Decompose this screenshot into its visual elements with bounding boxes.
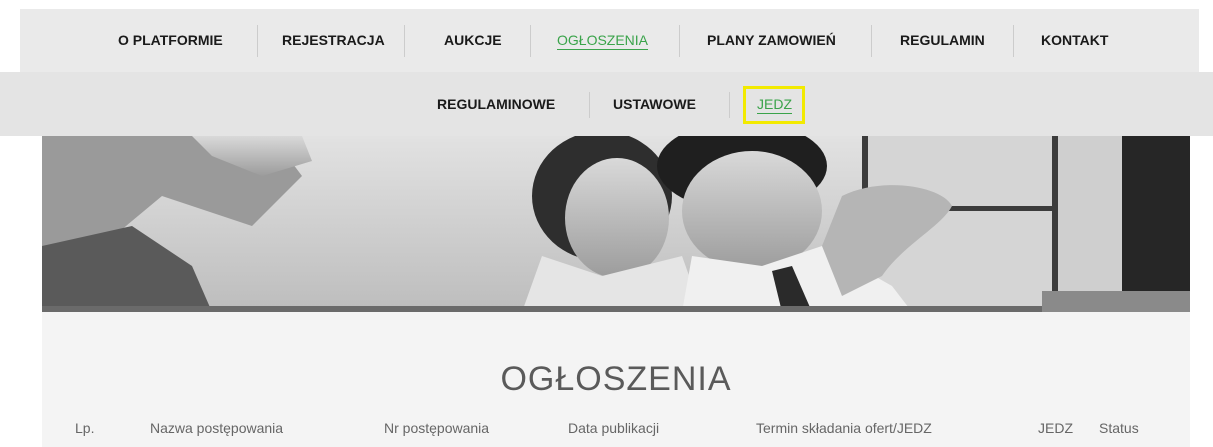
column-header-lp: Lp. [75, 420, 95, 436]
column-header-nr-postepowania: Nr postępowania [384, 420, 490, 436]
nav-separator [1013, 25, 1014, 57]
nav-item-plany-zamowien[interactable]: PLANY ZAMOWIEŃ [707, 9, 836, 72]
column-header-termin-skladania: Termin składania ofert/JEDZ [756, 420, 932, 436]
sub-navigation: REGULAMINOWE USTAWOWE JEDZ [0, 72, 1213, 136]
nav-item-kontakt[interactable]: KONTAKT [1041, 9, 1108, 72]
subnav-item-jedz[interactable]: JEDZ [757, 72, 792, 136]
nav-separator [404, 25, 405, 57]
column-header-jedz: JEDZ [1038, 420, 1073, 436]
hero-photo-illustration [42, 136, 1190, 312]
subnav-separator [729, 92, 730, 118]
main-content: OGŁOSZENIA Lp. Nazwa postępowania Nr pos… [42, 312, 1190, 447]
main-navigation-inner: O PLATFORMIE REJESTRACJA AUKCJE OGŁOSZEN… [20, 9, 1199, 72]
nav-separator [530, 25, 531, 57]
subnav-item-regulaminowe[interactable]: REGULAMINOWE [437, 72, 555, 136]
nav-item-o-platformie[interactable]: O PLATFORMIE [118, 9, 223, 72]
column-header-nazwa-postepowania: Nazwa postępowania [150, 420, 284, 436]
page-title: OGŁOSZENIA [500, 360, 732, 398]
subnav-separator [589, 92, 590, 118]
hero-banner-image [42, 136, 1190, 312]
nav-separator [871, 25, 872, 57]
nav-separator [257, 25, 258, 57]
main-navigation: O PLATFORMIE REJESTRACJA AUKCJE OGŁOSZEN… [20, 9, 1199, 72]
nav-item-rejestracja[interactable]: REJESTRACJA [282, 9, 385, 72]
nav-item-aukcje[interactable]: AUKCJE [444, 9, 502, 72]
subnav-item-ustawowe[interactable]: USTAWOWE [613, 72, 696, 136]
column-header-status: Status [1099, 420, 1139, 436]
nav-item-ogloszenia[interactable]: OGŁOSZENIA [557, 9, 648, 72]
column-header-data-publikacji: Data publikacji [568, 420, 660, 436]
nav-separator [679, 25, 680, 57]
nav-item-regulamin[interactable]: REGULAMIN [900, 9, 985, 72]
